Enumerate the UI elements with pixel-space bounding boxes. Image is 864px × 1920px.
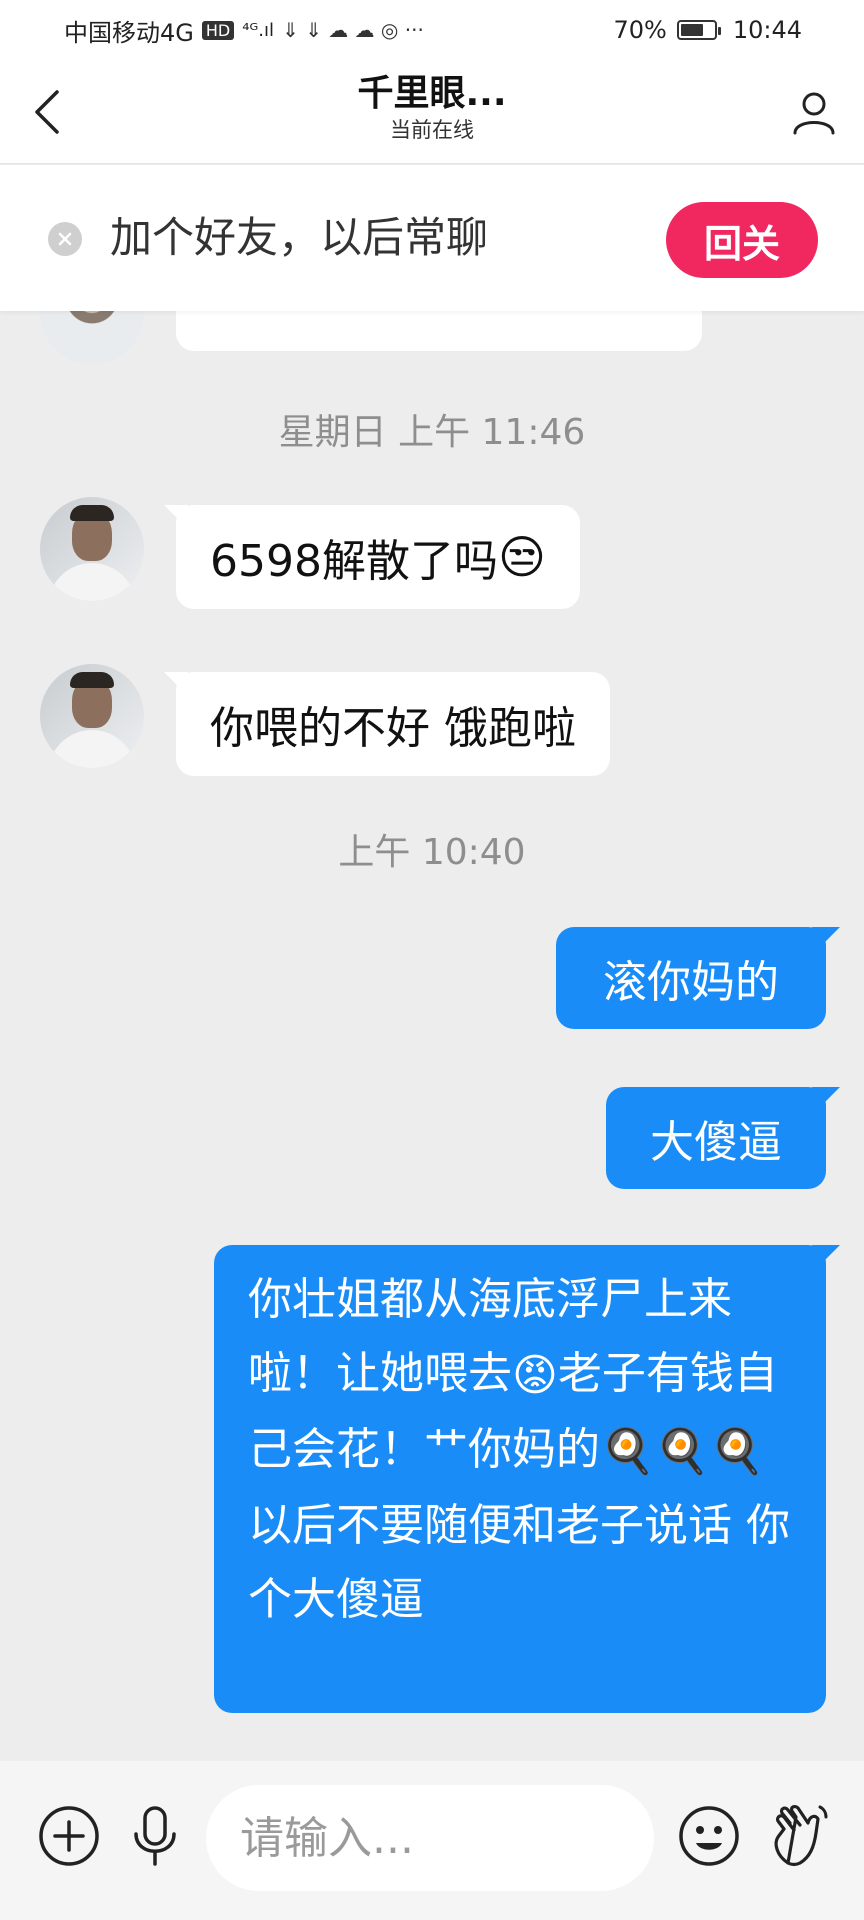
profile-button[interactable] bbox=[784, 82, 844, 142]
message-list[interactable]: 星期日 上午 11:46 6598解散了吗 😒 你喂的不好 饿跑啦 上午 10:… bbox=[0, 311, 864, 1761]
emoji-icon bbox=[679, 1806, 739, 1866]
hd-badge: HD bbox=[201, 20, 235, 40]
back-button[interactable] bbox=[22, 86, 74, 138]
frying-pan-emoji-icon: 🍳🍳🍳 bbox=[600, 1426, 765, 1477]
angry-emoji-icon: 😡 bbox=[512, 1350, 558, 1401]
message-bubble-received[interactable]: 你喂的不好 饿跑啦 bbox=[176, 672, 610, 776]
message-bubble-sent[interactable]: 你壮姐都从海底浮尸上来啦！让她喂去😡老子有钱自己会花！艹你妈的🍳🍳🍳以后不要随便… bbox=[214, 1245, 826, 1713]
chat-header: 千里眼... 当前在线 bbox=[0, 60, 864, 164]
message-text: 滚你妈的 bbox=[603, 957, 779, 1008]
avatar[interactable] bbox=[40, 664, 144, 768]
add-button[interactable] bbox=[34, 1801, 104, 1871]
close-icon bbox=[58, 232, 72, 246]
battery-level bbox=[680, 24, 704, 36]
wave-button[interactable] bbox=[764, 1801, 834, 1871]
banner-text: 加个好友，以后常聊 bbox=[110, 213, 489, 262]
avatar[interactable] bbox=[40, 497, 144, 601]
banner-close-button[interactable] bbox=[48, 222, 82, 256]
status-right: 70% 10:44 bbox=[613, 16, 802, 44]
avatar[interactable] bbox=[40, 311, 144, 365]
carrier-text: 中国移动4G bbox=[64, 18, 194, 47]
notification-icons: ⇓ ⇓ ☁ ☁ ◎ ··· bbox=[281, 18, 424, 42]
signal-icon: ⁴ᴳ.ıl bbox=[242, 19, 274, 41]
message-bubble-sent[interactable]: 滚你妈的 bbox=[556, 927, 826, 1029]
chat-title: 千里眼... bbox=[357, 73, 507, 114]
message-text: 以后不要随便和老子说话 你个大傻逼 bbox=[248, 1500, 790, 1625]
voice-button[interactable] bbox=[120, 1801, 190, 1871]
status-bar: 中国移动4G HD ⁴ᴳ.ıl ⇓ ⇓ ☁ ☁ ◎ ··· 70% 10:44 bbox=[0, 0, 864, 60]
follow-back-button[interactable]: 回关 bbox=[666, 202, 818, 278]
message-bubble-received[interactable]: 6598解散了吗 😒 bbox=[176, 505, 580, 609]
mic-icon bbox=[134, 1806, 176, 1866]
plus-icon bbox=[39, 1806, 99, 1866]
profile-icon bbox=[793, 92, 835, 135]
follow-banner: 加个好友，以后常聊 回关 bbox=[0, 165, 864, 311]
message-input[interactable] bbox=[206, 1785, 654, 1891]
battery-percent: 70% bbox=[613, 16, 667, 44]
message-bubble-partial[interactable] bbox=[176, 311, 702, 351]
message-text: 6598解散了吗 bbox=[210, 536, 498, 587]
chat-screen: 中国移动4G HD ⁴ᴳ.ıl ⇓ ⇓ ☁ ☁ ◎ ··· 70% 10:44 … bbox=[0, 0, 864, 1920]
input-bar bbox=[0, 1761, 864, 1920]
title-block: 千里眼... 当前在线 bbox=[232, 72, 632, 144]
message-bubble-sent[interactable]: 大傻逼 bbox=[606, 1087, 826, 1189]
clock: 10:44 bbox=[732, 16, 802, 44]
status-left: 中国移动4G HD ⁴ᴳ.ıl ⇓ ⇓ ☁ ☁ ◎ ··· bbox=[64, 13, 424, 48]
back-icon bbox=[35, 90, 59, 134]
timestamp: 上午 10:40 bbox=[338, 832, 526, 873]
unamused-emoji-icon: 😒 bbox=[497, 530, 546, 584]
timestamp: 星期日 上午 11:46 bbox=[278, 412, 586, 453]
emoji-button[interactable] bbox=[674, 1801, 744, 1871]
message-text: 大傻逼 bbox=[650, 1117, 782, 1168]
message-text: 你喂的不好 饿跑啦 bbox=[210, 703, 576, 754]
wave-hand-icon bbox=[774, 1804, 828, 1867]
online-status: 当前在线 bbox=[390, 118, 474, 142]
battery-icon bbox=[676, 20, 721, 40]
